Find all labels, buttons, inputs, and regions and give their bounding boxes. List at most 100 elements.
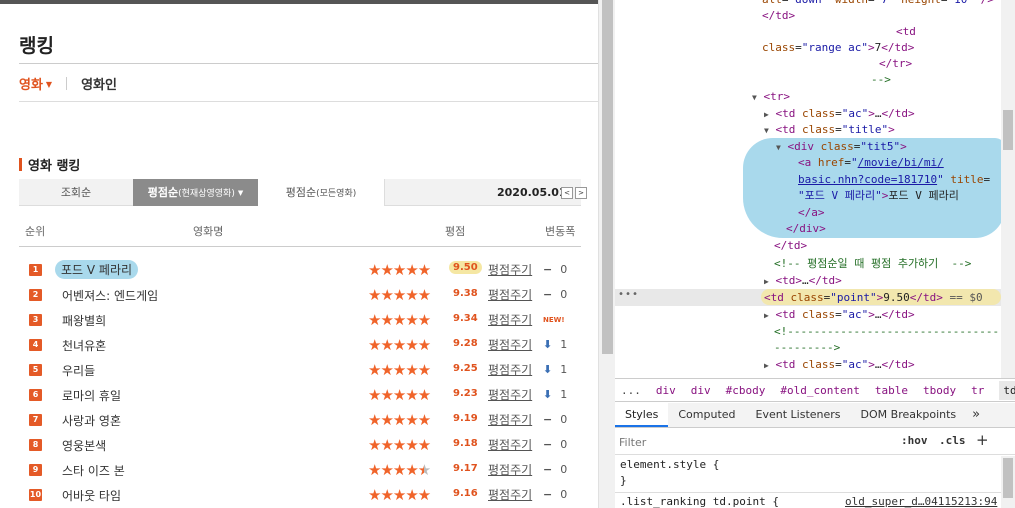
table-row: 6 로마의 휴일 ★★★★★ 9.23 평점주기 ⬇ 1: [19, 383, 581, 408]
cls-button[interactable]: .cls: [939, 434, 966, 447]
scrollbar-thumb[interactable]: [1003, 458, 1013, 498]
column-header-rating: 평점: [445, 225, 466, 238]
more-icon[interactable]: •••: [618, 289, 639, 300]
breadcrumb-item[interactable]: #cbody: [726, 384, 766, 397]
table-row: 2 어벤져스: 엔드게임 ★★★★★ 9.38 평점주기 −0: [19, 283, 581, 308]
tab-computed[interactable]: Computed: [668, 403, 745, 427]
table-row: 10 어바웃 타임 ★★★★★ 9.16 평점주기 −0: [19, 483, 581, 508]
rate-link[interactable]: 평점주기: [488, 486, 532, 503]
section-title-text: 영화 랭킹: [28, 158, 81, 174]
code-line[interactable]: <td class="point">9.50</td> == $0: [764, 290, 983, 306]
movie-title-link[interactable]: 사랑과 영혼: [62, 412, 121, 429]
tab-event-listeners[interactable]: Event Listeners: [746, 403, 851, 427]
breadcrumb-item[interactable]: tr: [971, 384, 984, 397]
code-line[interactable]: </a>: [798, 205, 825, 221]
rank-change: −0: [543, 438, 567, 451]
rank-change: −0: [543, 288, 567, 301]
breadcrumb-item[interactable]: div: [656, 384, 676, 397]
sort-tab-views[interactable]: 조회순: [19, 179, 133, 206]
code-line[interactable]: </td>: [762, 8, 795, 24]
code-line[interactable]: ▼ <td class="title">: [764, 122, 895, 138]
code-line[interactable]: </div>: [786, 221, 826, 237]
movie-title-link[interactable]: 우리들: [62, 362, 95, 379]
rating-point: 9.28: [453, 338, 478, 349]
breadcrumb-item[interactable]: tbody: [923, 384, 956, 397]
filter-input[interactable]: [619, 432, 889, 452]
sort-tab-label: 조회순: [60, 186, 92, 199]
movie-title-link[interactable]: 어바웃 타임: [62, 487, 121, 504]
scrollbar-thumb[interactable]: [602, 0, 613, 354]
code-line[interactable]: -->: [871, 72, 891, 88]
rank-change-value: 0: [560, 463, 568, 476]
rank-change-value: 0: [560, 438, 568, 451]
tab-movie-people[interactable]: 영화인: [81, 74, 117, 93]
tab-styles[interactable]: Styles: [615, 403, 669, 427]
code-line[interactable]: <td: [896, 24, 916, 40]
sort-tab-rating-current[interactable]: 평점순(현재상영영화) ▼: [133, 179, 258, 206]
rate-link[interactable]: 평점주기: [488, 361, 532, 378]
rank-badge: 2: [29, 289, 42, 301]
rating-point: 9.18: [453, 438, 478, 449]
code-line[interactable]: class="range ac">7</td>: [762, 40, 914, 56]
code-line[interactable]: </td>: [774, 238, 807, 254]
sort-tabs: 조회순 평점순(현재상영영화) ▼ 평점순(모든영화) 2020.05.01 < …: [19, 179, 587, 206]
rate-link[interactable]: 평점주기: [488, 411, 532, 428]
movie-title-link[interactable]: 스타 이즈 본: [62, 462, 125, 479]
movie-title-link[interactable]: 천녀유혼: [62, 337, 106, 354]
add-rule-icon[interactable]: +: [976, 431, 989, 449]
code-line[interactable]: ▶ <td class="ac">…</td>: [764, 307, 915, 323]
code-line[interactable]: ▼ <div class="tit5">: [776, 139, 907, 155]
sort-tab-rating-all[interactable]: 평점순(모든영화): [258, 179, 385, 206]
rate-link[interactable]: 평점주기: [488, 461, 532, 478]
styles-scrollbar[interactable]: [1001, 456, 1015, 508]
rate-link[interactable]: 평점주기: [488, 336, 532, 353]
rate-link[interactable]: 평점주기: [488, 436, 532, 453]
movie-title-link[interactable]: 패왕별희: [62, 312, 106, 329]
tab-movie[interactable]: 영화 ▼: [19, 74, 52, 93]
code-line[interactable]: ▶ <td class="ac">…</td>: [764, 106, 915, 122]
breadcrumb-item[interactable]: td.point: [999, 380, 1015, 400]
movie-title-link[interactable]: 포드 V 페라리: [55, 260, 139, 279]
rank-change: −0: [543, 413, 567, 426]
code-line[interactable]: ▶ <td>…</td>: [764, 273, 842, 289]
code-line[interactable]: <!-- 평점순일 때 평점 추가하기 -->: [774, 256, 971, 272]
rank-badge: 4: [29, 339, 42, 351]
dash-icon: −: [543, 488, 553, 501]
code-line[interactable]: "포드 V 페라리">포드 V 페라리: [798, 188, 959, 204]
sort-tab-sub: (모든영화): [316, 189, 357, 199]
rate-link[interactable]: 평점주기: [488, 286, 532, 303]
rate-link[interactable]: 평점주기: [488, 311, 532, 328]
code-line[interactable]: basic.nhn?code=181710" title=: [798, 172, 990, 188]
code-line[interactable]: <!--------------------------------------…: [774, 324, 1015, 340]
breadcrumb-more[interactable]: ...: [621, 384, 641, 397]
rule-source-link[interactable]: old_super_d…04115213:94: [845, 495, 997, 508]
rate-link[interactable]: 평점주기: [488, 386, 532, 403]
more-tabs-icon[interactable]: »: [966, 403, 986, 427]
movie-title-link[interactable]: 영웅본색: [62, 437, 106, 454]
star-rating: ★★★★★: [368, 311, 431, 329]
movie-title-link[interactable]: 어벤져스: 엔드게임: [62, 287, 158, 304]
scrollbar-thumb[interactable]: [1003, 110, 1013, 150]
code-line[interactable]: ▶ <td class="ac">…</td>: [764, 357, 915, 373]
code-line[interactable]: --------->: [774, 340, 840, 356]
date-prev-button[interactable]: <: [561, 187, 573, 199]
divider: [19, 246, 581, 247]
code-line[interactable]: <a href="/movie/bi/mi/: [798, 155, 944, 171]
rule-selector: .list_ranking td.point {: [620, 495, 779, 508]
date-next-button[interactable]: >: [575, 187, 587, 199]
rate-link[interactable]: 평점주기: [488, 261, 532, 278]
breadcrumb-item[interactable]: #old_content: [780, 384, 859, 397]
rating-point: 9.19: [453, 413, 478, 424]
breadcrumb-item[interactable]: div: [691, 384, 711, 397]
elements-scrollbar[interactable]: [1001, 0, 1015, 378]
breadcrumb-item[interactable]: table: [875, 384, 908, 397]
movie-title-link[interactable]: 로마의 휴일: [62, 387, 121, 404]
table-row: 9 스타 이즈 본 ★★★★★ 9.17 평점주기 −0: [19, 458, 581, 483]
page-scrollbar[interactable]: [598, 0, 615, 508]
table-row: 3 패왕별희 ★★★★★ 9.34 평점주기 NEW!: [19, 308, 581, 333]
hov-button[interactable]: :hov: [901, 434, 928, 447]
code-line[interactable]: </tr>: [879, 56, 912, 72]
code-line[interactable]: ▼ <tr>: [752, 89, 790, 105]
code-line[interactable]: alt="down" width="7" height="10" />: [762, 0, 994, 8]
tab-dom-breakpoints[interactable]: DOM Breakpoints: [851, 403, 967, 427]
